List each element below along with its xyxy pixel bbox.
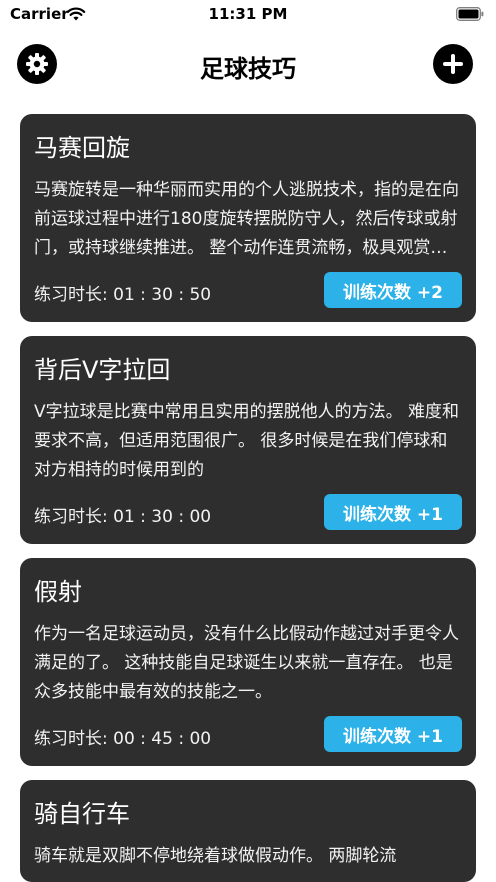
skill-card[interactable]: 假射 作为一名足球运动员，没有什么比假动作越过对手更令人满足的了。 这种技能自足… [20,558,476,766]
plus-icon [443,54,463,74]
skill-card[interactable]: 骑自行车 骑车就是双脚不停地绕着球做假动作。 两脚轮流 [20,780,476,882]
card-title: 背后V字拉回 [34,356,171,384]
practice-duration: 练习时长: 00 : 45 : 00 [34,729,212,749]
practice-duration: 练习时长: 01 : 30 : 50 [34,285,212,305]
card-description: 骑车就是双脚不停地绕着球做假动作。 两脚轮流 [34,846,397,866]
card-description: 马赛旋转是一种华丽而实用的个人逃脱技术，指的是在向前运球过程中进行180度旋转摆… [34,180,459,258]
card-title: 假射 [34,578,82,606]
nav-bar: 足球技巧 [0,40,496,90]
skill-card[interactable]: 背后V字拉回 V字拉球是比赛中常用且实用的摆脱他人的方法。 难度和要求不高，但适… [20,336,476,544]
add-button[interactable] [433,44,473,84]
train-count-button[interactable]: 训练次数 +1 [324,494,462,530]
page-title: 足球技巧 [200,55,296,83]
card-description: 作为一名足球运动员，没有什么比假动作越过对手更令人满足的了。 这种技能自足球诞生… [34,624,459,702]
practice-duration: 练习时长: 01 : 30 : 00 [34,507,212,527]
battery-icon [456,7,484,21]
card-description: V字拉球是比赛中常用且实用的摆脱他人的方法。 难度和要求不高，但适用范围很广。 … [34,402,460,480]
skill-card[interactable]: 马赛回旋 马赛旋转是一种华丽而实用的个人逃脱技术，指的是在向前运球过程中进行18… [20,114,476,322]
train-count-button[interactable]: 训练次数 +2 [324,272,462,308]
status-time: 11:31 PM [208,5,288,23]
card-title: 马赛回旋 [34,134,130,162]
card-title: 骑自行车 [34,800,130,828]
train-count-button[interactable]: 训练次数 +1 [324,716,462,752]
status-bar: Carrier 11:31 PM [0,0,496,30]
